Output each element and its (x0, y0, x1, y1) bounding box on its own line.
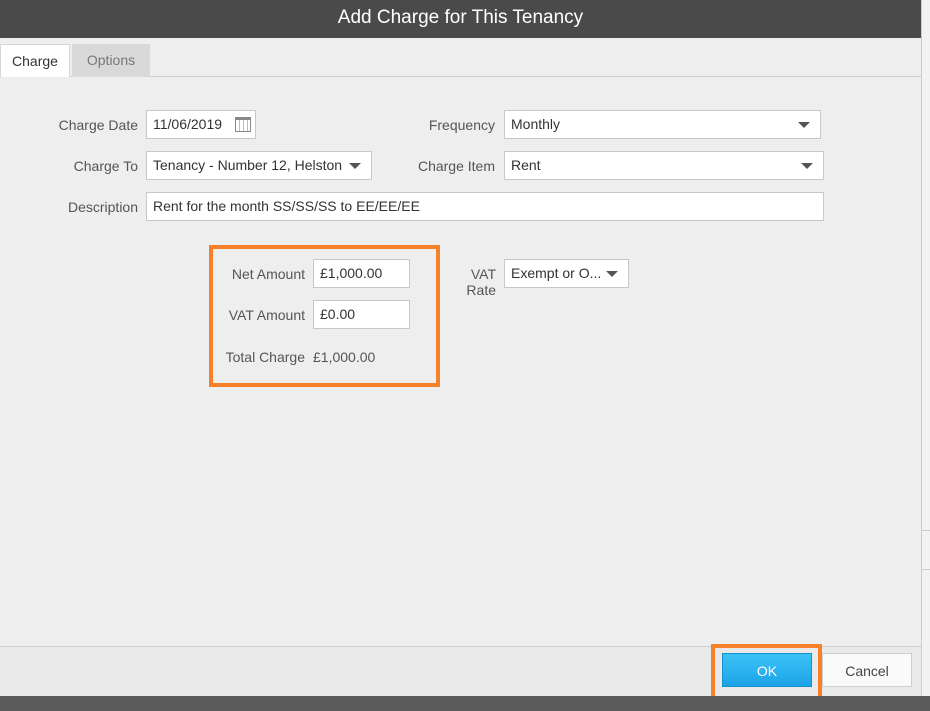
vat-amount-label: VAT Amount (228, 307, 305, 323)
net-amount-label: Net Amount (231, 266, 305, 282)
chevron-down-icon (349, 163, 361, 169)
frequency-select[interactable]: Monthly (504, 110, 821, 139)
chevron-down-icon (801, 163, 813, 169)
vat-rate-select[interactable]: Exempt or O... (504, 259, 629, 288)
frequency-value: Monthly (511, 116, 561, 132)
description-label: Description (67, 199, 138, 215)
charge-item-select[interactable]: Rent (504, 151, 824, 180)
chevron-down-icon (606, 271, 618, 277)
add-charge-dialog: Add Charge for This Tenancy Charge Optio… (0, 0, 921, 707)
vat-amount-input[interactable]: £0.00 (313, 300, 410, 329)
vat-rate-value: Exempt or O... (511, 265, 602, 281)
tab-options[interactable]: Options (72, 44, 150, 77)
charge-date-input[interactable]: 11/06/2019 (146, 110, 256, 139)
charge-item-label: Charge Item (417, 158, 495, 174)
ok-button[interactable]: OK (722, 653, 812, 687)
charge-to-value: Tenancy - Number 12, Helston (153, 157, 343, 173)
chevron-down-icon (798, 122, 810, 128)
dialog-title: Add Charge for This Tenancy (0, 0, 921, 38)
charge-to-select[interactable]: Tenancy - Number 12, Helston (146, 151, 372, 180)
net-amount-input[interactable]: £1,000.00 (313, 259, 410, 288)
total-charge-value: £1,000.00 (313, 349, 376, 365)
cancel-button[interactable]: Cancel (822, 653, 912, 687)
charge-item-value: Rent (511, 157, 541, 173)
charge-to-label: Charge To (73, 158, 138, 174)
frequency-label: Frequency (428, 117, 495, 133)
tab-bar: Charge Options (0, 44, 921, 77)
calendar-icon[interactable] (235, 117, 251, 132)
charge-date-value: 11/06/2019 (153, 116, 223, 132)
total-charge-label: Total Charge (225, 349, 305, 365)
charge-date-label: Charge Date (58, 117, 138, 133)
background-window-fragment (922, 530, 930, 570)
vat-rate-label: VAT Rate (466, 266, 496, 298)
description-input[interactable]: Rent for the month SS/SS/SS to EE/EE/EE (146, 192, 824, 221)
background-bottom-edge (0, 696, 930, 711)
tab-charge[interactable]: Charge (0, 44, 70, 77)
background-window-edge (921, 0, 930, 711)
